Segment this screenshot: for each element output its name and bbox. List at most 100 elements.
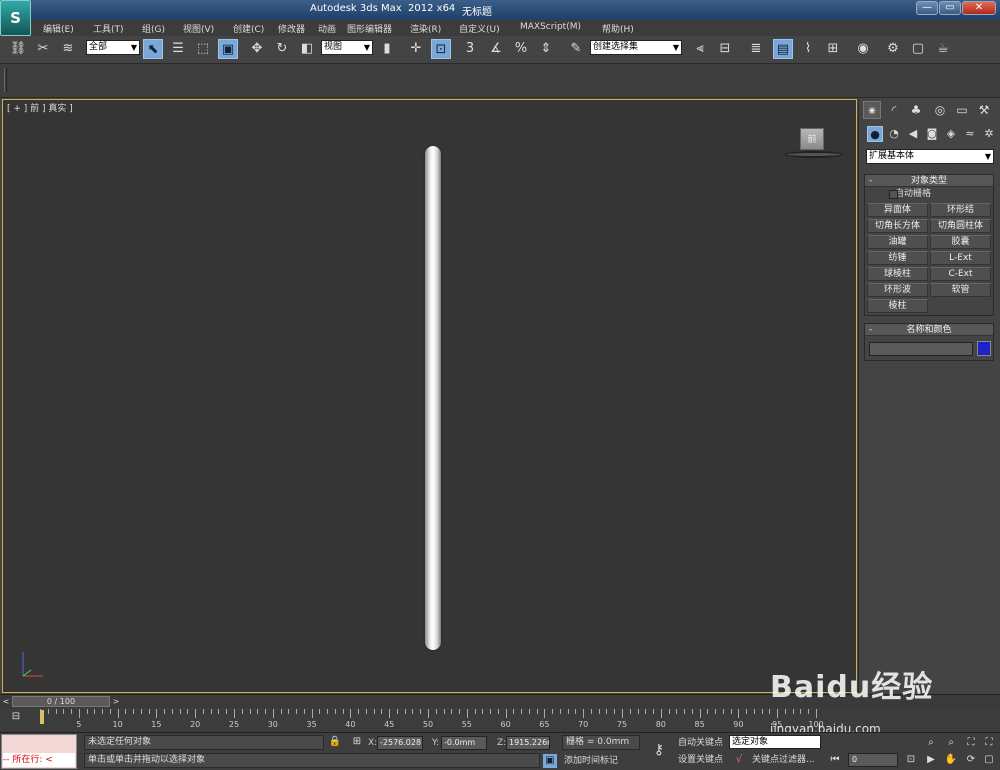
time-slider-thumb[interactable]: 0 / 100 [12,696,110,707]
menu-rendering[interactable]: 渲染(R) [410,22,441,35]
edit-named-selection-icon[interactable]: ✎ [566,39,586,59]
rectangular-selection-icon[interactable]: ⬚ [193,39,213,59]
pivot-center-icon[interactable]: ▮ [377,39,397,59]
named-selection-dropdown[interactable]: 创建选择集 ▼ [590,40,682,55]
material-editor-icon[interactable]: ◉ [853,39,873,59]
select-by-name-icon[interactable]: ☰ [168,39,188,59]
chamfer-cylinder-button[interactable]: 切角圆柱体 [930,219,991,233]
viewport-label[interactable]: [ + ] 前 ] 真实 ] [7,101,73,114]
align-icon[interactable]: ⊟ [715,39,735,59]
oil-tank-button[interactable]: 油罐 [867,235,928,249]
time-config-icon[interactable]: ⊡ [904,753,918,767]
name-color-header[interactable]: - 名称和颜色 [865,324,993,336]
curve-editor-icon[interactable]: ⌇ [798,39,818,59]
render-setup-icon[interactable]: ⚙ [883,39,903,59]
y-coordinate-input[interactable]: -0.0mm [441,736,487,750]
spinner-snap-icon[interactable]: ⇕ [536,39,556,59]
object-name-field[interactable] [869,342,973,356]
selection-filter-dropdown[interactable]: 全部 ▼ [86,40,140,55]
set-key-button[interactable]: 设置关键点 [678,753,723,767]
shapes-icon[interactable]: ◔ [886,126,902,142]
maximize-viewport-icon[interactable]: ▢ [982,753,996,767]
z-coordinate-input[interactable]: 1915.226m [506,736,550,750]
zoom-icon[interactable]: ⌕ [924,736,938,750]
graphite-ribbon-icon[interactable]: ▤ [773,39,793,59]
open-mini-curve-editor-icon[interactable]: ⊟ [6,711,26,727]
select-manipulate-icon[interactable]: ✛ [406,39,426,59]
key-filter-curve-icon[interactable]: √ [732,753,746,767]
systems-icon[interactable]: ✲ [981,126,997,142]
zoom-all-icon[interactable]: ⌕ [944,736,958,750]
utilities-tab-icon[interactable]: ⚒ [975,101,993,119]
object-type-header[interactable]: - 对象类型 [865,175,993,187]
orbit-icon[interactable]: ⟳ [964,753,978,767]
snaps-toggle-icon[interactable]: 3 [460,39,480,59]
menu-help[interactable]: 帮助(H) [602,22,634,35]
chamfer-box-button[interactable]: 切角长方体 [867,219,928,233]
link-icon[interactable]: ⛓ [8,39,28,59]
display-tab-icon[interactable]: ▭ [953,101,971,119]
spindle-button[interactable]: 纺锤 [867,251,928,265]
auto-key-button[interactable]: 自动关键点 [678,736,723,750]
menu-group[interactable]: 组(G) [142,22,165,35]
motion-tab-icon[interactable]: ◎ [931,101,949,119]
unlink-icon[interactable]: ✂ [33,39,53,59]
hose-button[interactable]: 软管 [930,283,991,297]
menu-edit[interactable]: 编辑(E) [43,22,74,35]
x-coordinate-input[interactable]: -2576.028 [377,736,423,750]
helpers-icon[interactable]: ◈ [943,126,959,142]
field-of-view-icon[interactable]: ▶ [924,753,938,767]
track-ticks[interactable]: 5 10 15 20 25 30 35 40 45 50 55 60 65 70 75 80 85 90 95 100 [40,709,830,731]
current-frame-input[interactable]: 0 [848,753,898,767]
keyboard-shortcut-override-icon[interactable]: ⊡ [431,39,451,59]
hedra-button[interactable]: 异面体 [867,203,928,217]
pan-icon[interactable]: ✋ [944,753,958,767]
menu-animation[interactable]: 动画 [318,22,336,35]
menu-maxscript[interactable]: MAXScript(M) [520,22,581,32]
reference-coord-dropdown[interactable]: 视图 ▼ [321,40,373,55]
window-crossing-icon[interactable]: ▣ [218,39,238,59]
capsule-button[interactable]: 胶囊 [930,235,991,249]
scale-icon[interactable]: ◧ [297,39,317,59]
rendered-frame-window-icon[interactable]: ▢ [908,39,928,59]
autogrid-checkbox[interactable]: 自动栅格 [865,187,993,201]
rotate-icon[interactable]: ↻ [272,39,292,59]
select-object-icon[interactable]: ⬉ [143,39,163,59]
space-warps-icon[interactable]: ≈ [962,126,978,142]
c-ext-button[interactable]: C-Ext [930,267,991,281]
maxscript-mini-listener[interactable]: -- 所在行: < [3,753,75,767]
zoom-extents-icon[interactable]: ⛶ [964,736,978,750]
menu-modifiers[interactable]: 修改器 [278,22,305,35]
viewcube[interactable]: 前 [800,128,824,150]
mirror-icon[interactable]: ⫷ [690,39,710,59]
menu-views[interactable]: 视图(V) [183,22,214,35]
key-filters-button[interactable]: 关键点过滤器... [752,753,815,767]
lights-icon[interactable]: ◀ [905,126,921,142]
modify-tab-icon[interactable]: ◜ [885,101,903,119]
maxscript-listener[interactable]: -- 所在行: < [1,734,77,769]
render-production-icon[interactable]: ☕ [933,39,953,59]
object-color-swatch[interactable] [977,341,991,356]
absolute-mode-icon[interactable]: ⊞ [350,735,364,749]
bind-space-warp-icon[interactable]: ≋ [58,39,78,59]
menu-tools[interactable]: 工具(T) [93,22,124,35]
l-ext-button[interactable]: L-Ext [930,251,991,265]
maximize-button[interactable]: ▭ [939,1,961,15]
front-viewport[interactable]: [ + ] 前 ] 真实 ] 前 [2,99,857,693]
cameras-icon[interactable]: ◙ [924,126,940,142]
menu-customize[interactable]: 自定义(U) [459,22,500,35]
torus-knot-button[interactable]: 环形结 [930,203,991,217]
schematic-view-icon[interactable]: ⊞ [823,39,843,59]
layer-manager-icon[interactable]: ≣ [746,39,766,59]
ringwave-button[interactable]: 环形波 [867,283,928,297]
key-icon[interactable]: ⚷ [648,743,670,757]
move-icon[interactable]: ✥ [247,39,267,59]
go-to-start-icon[interactable]: ⏮ [828,753,842,767]
percent-snap-icon[interactable]: % [511,39,531,59]
add-time-tag[interactable]: 添加时间标记 [564,754,618,768]
geometry-icon[interactable]: ● [867,126,883,142]
minimize-button[interactable]: — [916,1,938,15]
next-frame-button[interactable]: > [111,695,121,708]
checkbox-box[interactable] [889,190,898,199]
ribbon-handle[interactable] [4,68,7,92]
